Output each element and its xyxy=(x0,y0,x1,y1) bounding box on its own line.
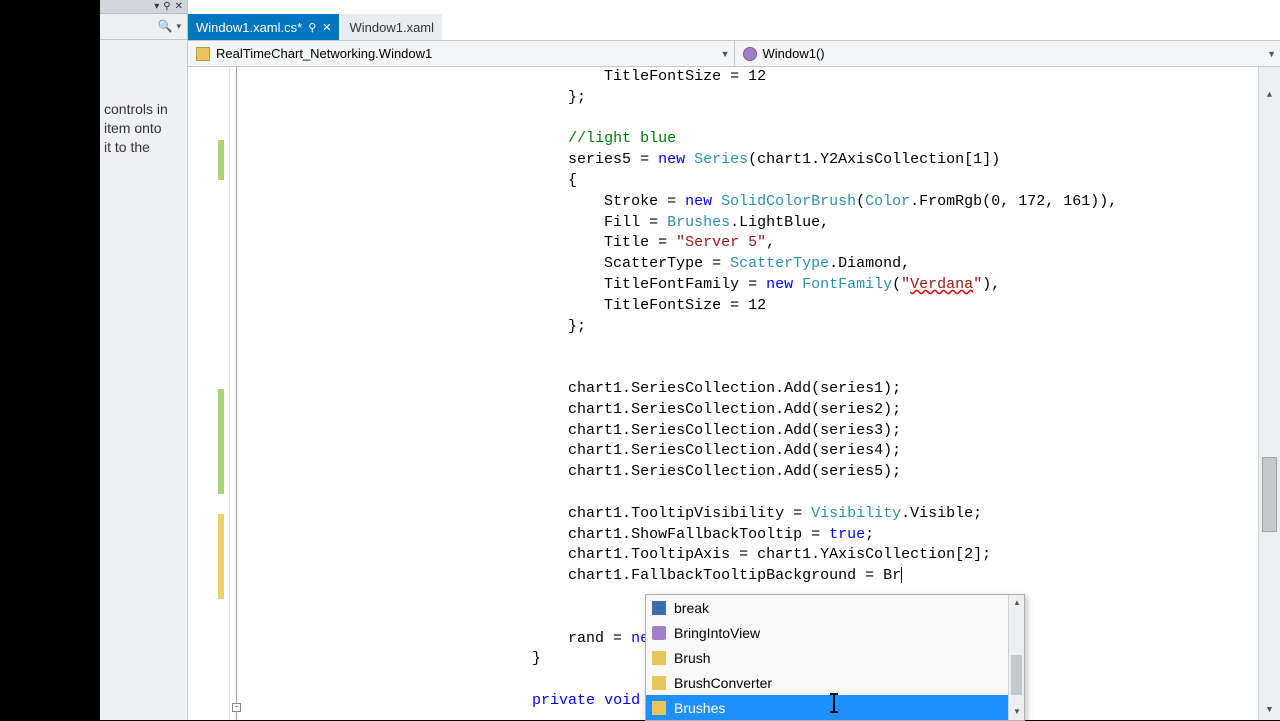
pin-icon[interactable]: ⚲ xyxy=(308,21,316,34)
intellisense-scrollbar[interactable]: ▲ ▼ xyxy=(1008,595,1024,720)
class-icon xyxy=(652,676,666,690)
code-line: Stroke = new SolidColorBrush(Color.FromR… xyxy=(244,192,1258,213)
outline-column: − xyxy=(230,67,244,720)
toolbox-panel: ▾ ⚲ ✕ 🔍 ▾ controls in item onto it to th… xyxy=(100,0,188,720)
code-line: TitleFontFamily = new FontFamily("Verdan… xyxy=(244,275,1258,296)
chevron-down-icon: ▼ xyxy=(721,49,730,59)
vertical-scrollbar[interactable]: ▲ ▼ xyxy=(1258,67,1280,720)
code-line: chart1.SeriesCollection.Add(series1); xyxy=(244,379,1258,400)
code-line xyxy=(244,337,1258,358)
method-icon xyxy=(743,47,757,61)
code-line: chart1.FallbackTooltipBackground = Br xyxy=(244,566,1258,587)
code-line: ScatterType = ScatterType.Diamond, xyxy=(244,254,1258,275)
scrollbar-thumb[interactable] xyxy=(1262,457,1277,532)
close-icon[interactable]: ✕ xyxy=(175,1,183,13)
intellisense-label: Brush xyxy=(674,650,711,666)
tab-window1-xaml[interactable]: Window1.xaml xyxy=(341,14,442,40)
intellisense-label: Brushes xyxy=(674,700,725,716)
code-line xyxy=(244,483,1258,504)
scroll-up-icon[interactable]: ▲ xyxy=(1009,595,1025,611)
code-line: chart1.SeriesCollection.Add(series2); xyxy=(244,400,1258,421)
class-name: RealTimeChart_Networking.Window1 xyxy=(216,46,432,61)
member-selector[interactable]: Window1() ▼ xyxy=(735,41,1280,66)
code-line: TitleFontSize = 12 xyxy=(244,67,1258,88)
intellisense-item[interactable]: Brushes xyxy=(646,695,1024,720)
code-line: chart1.SeriesCollection.Add(series5); xyxy=(244,462,1258,483)
intellisense-label: BringIntoView xyxy=(674,625,760,641)
scroll-down-icon[interactable]: ▼ xyxy=(1009,704,1025,720)
intellisense-item[interactable]: Brush xyxy=(646,645,1024,670)
method-icon xyxy=(652,626,666,640)
intellisense-item[interactable]: BringIntoView xyxy=(646,620,1024,645)
code-line: //light blue xyxy=(244,129,1258,150)
code-line: chart1.SeriesCollection.Add(series3); xyxy=(244,421,1258,442)
code-line: TitleFontSize = 12 xyxy=(244,296,1258,317)
code-line: { xyxy=(244,171,1258,192)
outline-toggle[interactable]: − xyxy=(232,703,241,712)
code-line: Fill = Brushes.LightBlue, xyxy=(244,213,1258,234)
kw-icon xyxy=(652,601,666,615)
intellisense-label: break xyxy=(674,600,709,616)
tab-window1-cs[interactable]: Window1.xaml.cs* ⚲ ✕ xyxy=(188,14,339,40)
search-icon: 🔍 xyxy=(158,19,173,34)
code-line: chart1.TooltipVisibility = Visibility.Vi… xyxy=(244,504,1258,525)
tab-label: Window1.xaml.cs* xyxy=(196,20,302,35)
close-icon[interactable]: ✕ xyxy=(322,21,331,34)
navigation-bar: RealTimeChart_Networking.Window1 ▼ Windo… xyxy=(188,40,1280,67)
tab-bar: Window1.xaml.cs* ⚲ ✕ Window1.xaml xyxy=(188,14,442,40)
text-cursor-icon xyxy=(833,693,835,713)
code-line: chart1.ShowFallbackTooltip = true; xyxy=(244,525,1258,546)
intellisense-label: BrushConverter xyxy=(674,675,772,691)
chevron-down-icon[interactable]: ▾ xyxy=(154,1,159,13)
toolbox-search[interactable]: 🔍 ▾ xyxy=(100,14,187,40)
intellisense-popup[interactable]: break BringIntoView Brush BrushConverter Bru… xyxy=(645,594,1025,721)
code-line xyxy=(244,358,1258,379)
class-icon xyxy=(652,651,666,665)
class-selector[interactable]: RealTimeChart_Networking.Window1 ▼ xyxy=(188,41,735,66)
code-line: chart1.SeriesCollection.Add(series4); xyxy=(244,441,1258,462)
chevron-down-icon: ▼ xyxy=(1267,49,1276,59)
scroll-down-icon[interactable]: ▼ xyxy=(1259,700,1280,720)
code-line: }; xyxy=(244,317,1258,338)
scrollbar-thumb[interactable] xyxy=(1011,655,1022,695)
change-indicator xyxy=(218,389,224,494)
code-line: series5 = new Series(chart1.Y2AxisCollec… xyxy=(244,150,1258,171)
toolbox-hint-text: controls in item onto it to the xyxy=(100,40,187,161)
code-line: }; xyxy=(244,88,1258,109)
outline-guide xyxy=(236,67,237,720)
intellisense-item[interactable]: BrushConverter xyxy=(646,670,1024,695)
toolbox-header: ▾ ⚲ ✕ xyxy=(100,0,187,14)
pin-icon[interactable]: ⚲ xyxy=(163,1,170,13)
chevron-down-icon: ▾ xyxy=(176,22,181,32)
class-icon xyxy=(652,701,666,715)
code-line: Title = "Server 5", xyxy=(244,233,1258,254)
intellisense-item[interactable]: break xyxy=(646,595,1024,620)
scroll-up-icon[interactable]: ▲ xyxy=(1259,85,1280,105)
change-indicator xyxy=(218,514,224,599)
change-indicator xyxy=(218,140,224,180)
code-line xyxy=(244,109,1258,130)
method-name: Window1() xyxy=(763,46,825,61)
editor-gutter xyxy=(188,67,230,720)
code-line: chart1.TooltipAxis = chart1.YAxisCollect… xyxy=(244,545,1258,566)
tab-label: Window1.xaml xyxy=(349,20,434,35)
class-icon xyxy=(196,47,210,61)
